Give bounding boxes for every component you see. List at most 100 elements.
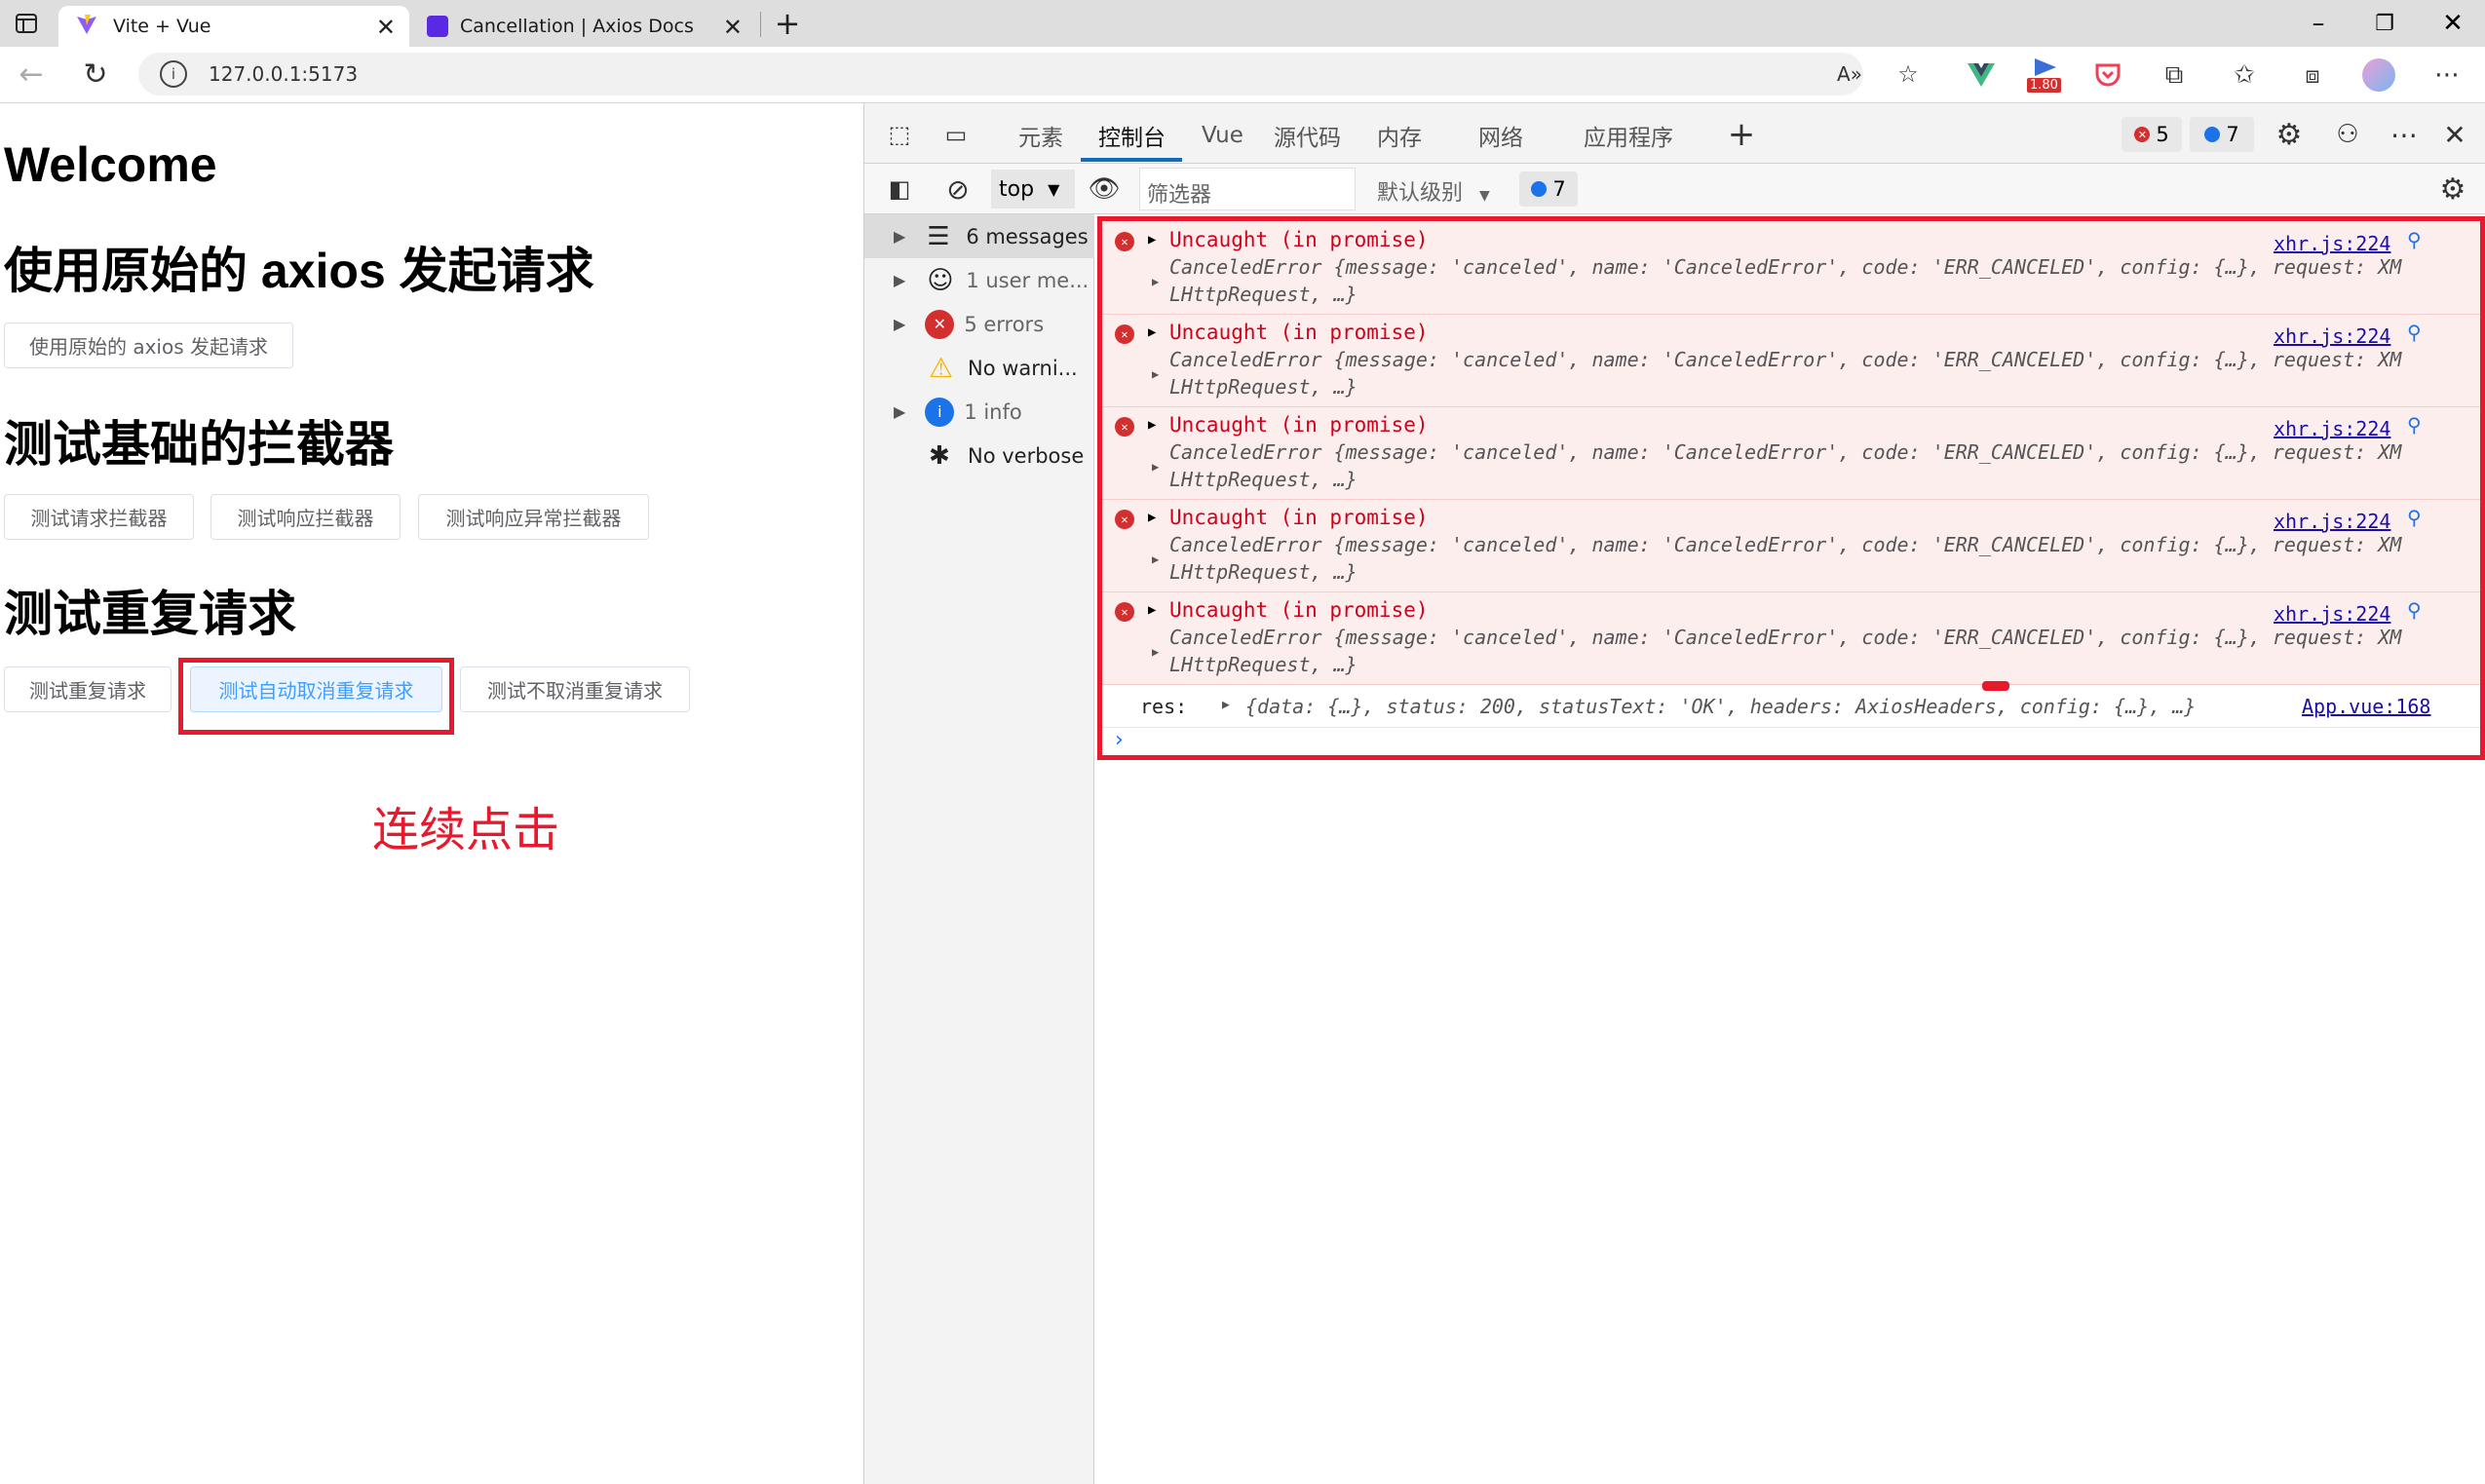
extensions-icon[interactable]: ⧉ [2158,58,2191,92]
sidebar-item-label: 5 errors [964,312,1045,336]
settings-icon[interactable]: ⚙ [2272,117,2307,152]
url-field[interactable]: i 127.0.0.1:5173 A» ☆ [138,53,1919,95]
more-menu-icon[interactable]: ⋯ [2430,58,2464,92]
devtools-tabbar: ⬚ ▭ 元素 控制台 Vue 源代码 内存 网络 应用程序 + ✕ 5 7 ⚙ … [864,103,2485,164]
highlight-box [1097,216,2485,760]
sidebar-item-label: 6 messages [966,224,1089,248]
error-count: 5 [2156,123,2169,146]
expand-arrow-icon: ▶ [894,315,906,333]
console-settings-icon[interactable]: ⚙ [2435,171,2470,207]
error-counter[interactable]: ✕ 5 [2122,117,2182,152]
message-icon [2204,127,2221,142]
log-level-value: 默认级别 [1377,181,1464,206]
tab-console[interactable]: 控制台 [1098,113,1166,158]
axios-logo-icon [427,16,448,37]
message-icon [1531,181,1548,197]
favorite-add-icon[interactable]: ☆ [1892,58,1924,90]
tab-divider [760,12,761,37]
error-icon: ✕ [925,309,955,339]
title-bar: Vite + Vue ✕ Cancellation | Axios Docs ✕… [0,0,2485,47]
speed-extension-icon[interactable]: 1.80 [2027,57,2066,95]
console-toolbar: ◧ ⊘ top ▼ 👁 筛选器 默认级别 ▼ 7 ⚙ [864,164,2485,214]
error-icon: ✕ [2134,127,2151,142]
url-text: 127.0.0.1:5173 [209,62,359,86]
sidebar-toggle-icon[interactable]: ◧ [882,171,917,207]
sidebar-item-messages[interactable]: ▶ ☰ 6 messages [864,214,1094,258]
refresh-icon[interactable]: ↻ [76,55,115,94]
feedback-icon[interactable]: ⚇ [2330,117,2365,152]
tab-application[interactable]: 应用程序 [1584,113,1673,158]
profile-avatar[interactable] [2362,58,2395,92]
sidebar-item-errors[interactable]: ▶ ✕ 5 errors [864,302,1094,346]
no-cancel-duplicate-button[interactable]: 测试不取消重复请求 [460,666,690,712]
read-aloud-icon[interactable]: A» [1834,58,1865,90]
section-title-axios: 使用原始的 axios 发起请求 [4,244,594,298]
tab-memory[interactable]: 内存 [1377,113,1422,158]
dropdown-arrow-icon: ▼ [1048,179,1060,199]
request-interceptor-button[interactable]: 测试请求拦截器 [4,494,194,540]
tab-actions-icon[interactable] [12,10,41,37]
new-tab-icon[interactable]: + [770,5,805,42]
active-tab-underline [1081,158,1182,162]
sidebar-item-label: No verbose [968,443,1085,468]
close-window-icon[interactable]: ✕ [2430,6,2475,41]
expand-arrow-icon: ▶ [894,227,906,246]
tab-elements[interactable]: 元素 [1018,113,1063,158]
more-tabs-icon[interactable]: + [1722,115,1761,154]
auto-cancel-duplicate-button[interactable]: 测试自动取消重复请求 [190,666,442,712]
more-options-icon[interactable]: ⋯ [2387,117,2422,152]
sidebar-item-info[interactable]: ▶ i 1 info [864,390,1094,434]
sidebar-item-verbose[interactable]: ✱ No verbose [864,434,1094,477]
duplicate-request-button[interactable]: 测试重复请求 [4,666,172,712]
sidebar-item-warnings[interactable]: ⚠ No warni... [864,346,1094,390]
info-icon: i [925,397,955,427]
tab-cancellation[interactable]: Cancellation | Axios Docs ✕ [413,6,756,47]
site-info-icon[interactable]: i [160,60,187,88]
filter-placeholder: 筛选器 [1147,183,1212,208]
context-value: top [999,176,1035,202]
vue-devtools-icon[interactable] [1965,58,1998,92]
welcome-heading: Welcome [4,137,217,192]
tab-title: Cancellation | Axios Docs [460,16,694,37]
info-counter[interactable]: 7 [2190,117,2254,152]
user-icon: ☺ [927,265,954,295]
info-count: 7 [2226,123,2239,146]
response-interceptor-button[interactable]: 测试响应拦截器 [210,494,401,540]
pocket-icon[interactable] [2091,58,2124,92]
address-bar: ← ↻ i 127.0.0.1:5173 A» ☆ 1.80 ⧉ ✩ ⧈ ⋯ [0,47,2485,103]
expand-arrow-icon: ▶ [894,271,906,289]
live-expression-icon[interactable]: 👁 [1087,171,1122,207]
extension-badge: 1.80 [2027,78,2061,93]
tab-network[interactable]: 网络 [1478,113,1523,158]
close-tab-icon[interactable]: ✕ [376,14,396,41]
tab-sources[interactable]: 源代码 [1274,113,1341,158]
section-title-duplicate: 测试重复请求 [4,587,296,641]
tab-vue[interactable]: Vue [1202,113,1243,158]
tab-vite-vue[interactable]: Vite + Vue ✕ [58,6,409,47]
tab-title: Vite + Vue [113,16,211,37]
close-tab-icon[interactable]: ✕ [723,14,743,41]
collections-icon[interactable]: ⧈ [2296,58,2329,92]
raw-axios-button[interactable]: 使用原始的 axios 发起请求 [4,323,293,368]
dropdown-arrow-icon: ▼ [1479,188,1490,204]
list-icon: ☰ [927,221,950,251]
sidebar-item-label: 1 info [964,400,1022,424]
log-level-dropdown[interactable]: 默认级别 ▼ [1377,175,1490,207]
minimize-icon[interactable]: – [2296,6,2341,41]
clear-console-icon[interactable]: ⊘ [940,171,975,207]
context-selector[interactable]: top ▼ [991,170,1075,209]
device-emulation-icon[interactable]: ▭ [938,117,974,152]
inspect-element-icon[interactable]: ⬚ [882,117,917,152]
sidebar-item-user-messages[interactable]: ▶ ☺ 1 user me... [864,258,1094,302]
sidebar-item-label: No warni... [968,356,1078,380]
warning-icon: ⚠ [929,352,954,384]
favorites-icon[interactable]: ✩ [2228,58,2261,92]
expand-arrow-icon: ▶ [894,402,906,421]
response-error-interceptor-button[interactable]: 测试响应异常拦截器 [418,494,649,540]
maximize-icon[interactable]: ❐ [2362,6,2407,41]
issues-badge[interactable]: 7 [1519,171,1578,207]
back-icon[interactable]: ← [12,55,51,94]
close-devtools-icon[interactable]: ✕ [2437,117,2472,152]
vite-logo-icon [76,14,101,40]
console-sidebar: ▶ ☰ 6 messages ▶ ☺ 1 user me... ▶ ✕ 5 er… [864,214,1094,1484]
